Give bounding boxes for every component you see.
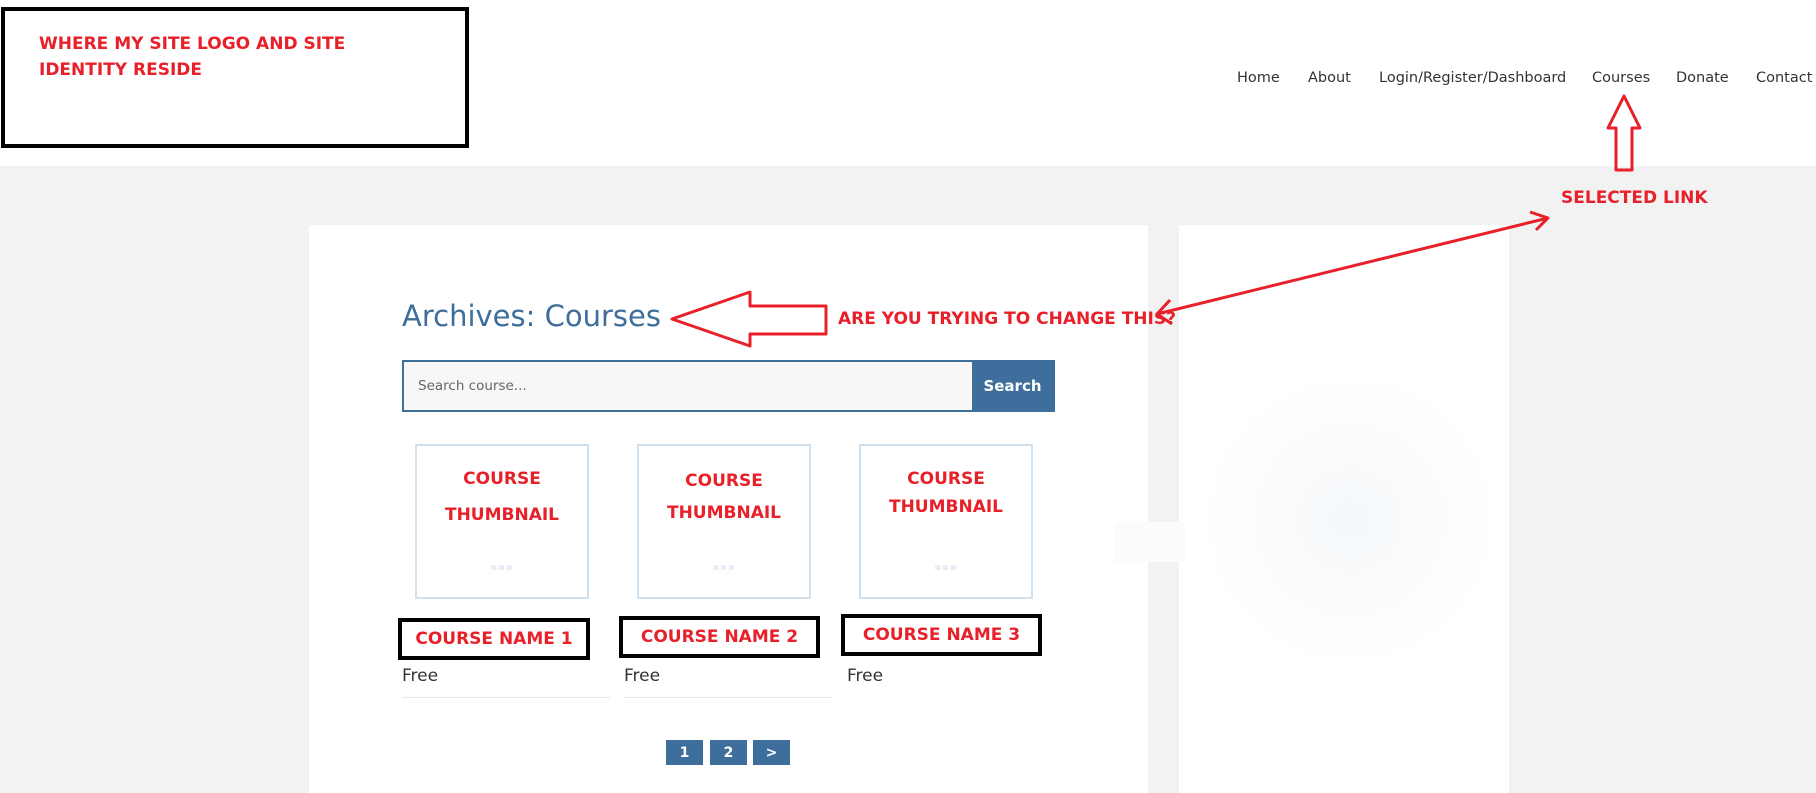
pagination-page-1[interactable]: 1 [666, 740, 703, 765]
thumbnail-faded-logo: ▪▪▪ [490, 562, 514, 573]
course-divider [624, 697, 832, 698]
pagination-next[interactable]: > [753, 740, 790, 765]
course-price: Free [624, 666, 661, 686]
course-thumbnail-3[interactable]: COURSE THUMBNAIL ▪▪▪ [859, 444, 1033, 599]
nav-about[interactable]: About [1308, 70, 1351, 86]
course-thumbnail-1[interactable]: COURSE THUMBNAIL ▪▪▪ [415, 444, 589, 599]
course-name: COURSE NAME 1 [415, 629, 573, 649]
search-button[interactable]: Search [972, 362, 1053, 410]
course-price: Free [847, 666, 884, 686]
course-search-input[interactable] [404, 362, 974, 410]
pagination-page-2[interactable]: 2 [710, 740, 747, 765]
sidebar-faded-image [1200, 370, 1500, 670]
sidebar-faded-bar [1115, 522, 1185, 562]
thumbnail-label-line2: THUMBNAIL [444, 505, 560, 525]
course-name: COURSE NAME 2 [640, 627, 799, 647]
course-name-box-3[interactable]: COURSE NAME 3 [841, 614, 1042, 656]
thumbnail-faded-logo: ▪▪▪ [712, 562, 736, 573]
course-thumbnail-2[interactable]: COURSE THUMBNAIL ▪▪▪ [637, 444, 811, 599]
thumbnail-label-line2: THUMBNAIL [666, 503, 782, 523]
thumbnail-label-line1: COURSE [907, 469, 985, 489]
course-search-form: Search [402, 360, 1055, 412]
site-header: WHERE MY SITE LOGO AND SITE IDENTITY RES… [0, 0, 1816, 166]
selected-link-annotation: SELECTED LINK [1561, 188, 1708, 208]
main-nav: Home About Login/Register/Dashboard Cour… [0, 70, 1816, 90]
nav-donate[interactable]: Donate [1676, 70, 1729, 86]
page-title: Archives: Courses [402, 299, 661, 333]
thumbnail-faded-logo: ▪▪▪ [934, 562, 958, 573]
course-name-box-2[interactable]: COURSE NAME 2 [619, 616, 820, 658]
thumbnail-label-line1: COURSE [685, 471, 763, 491]
course-name-box-1[interactable]: COURSE NAME 1 [398, 618, 590, 660]
nav-courses[interactable]: Courses [1592, 70, 1650, 86]
course-divider [402, 697, 610, 698]
nav-contact[interactable]: Contact [1756, 70, 1812, 86]
course-name: COURSE NAME 3 [862, 625, 1021, 645]
thumbnail-label-line1: COURSE [463, 469, 541, 489]
nav-login-register-dashboard[interactable]: Login/Register/Dashboard [1379, 70, 1566, 86]
thumbnail-label-line2: THUMBNAIL [888, 497, 1004, 517]
course-price: Free [402, 666, 439, 686]
nav-home[interactable]: Home [1237, 70, 1280, 86]
change-question-annotation: ARE YOU TRYING TO CHANGE THIS? [838, 309, 1176, 329]
